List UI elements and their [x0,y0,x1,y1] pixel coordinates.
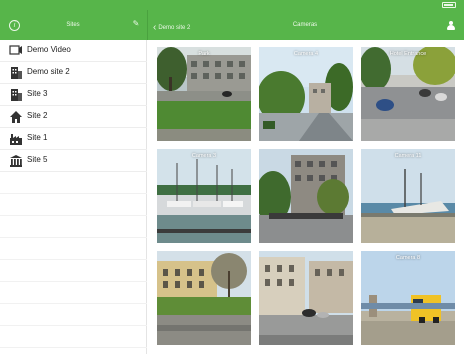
site-item-site-1[interactable]: Site 1 [0,128,147,150]
site-item-site-5[interactable]: Site 5 [0,150,147,172]
empty-row [0,260,147,282]
camera-tile[interactable] [259,251,353,345]
site-item-label: Site 3 [27,89,48,98]
camera-grid: Park Camera 4 Hotel Entrance Camera 3 Ca… [148,40,464,354]
camera-tile-camera-3[interactable]: Camera 3 [157,149,251,243]
empty-row [0,282,147,304]
camera-tile[interactable] [157,251,251,345]
info-icon[interactable]: i [9,20,20,31]
site-item-label: Site 1 [27,133,48,142]
empty-row [0,304,147,326]
camera-feed-image [361,149,455,243]
camera-feed-image [259,47,353,141]
back-label: Demo site 2 [158,25,191,31]
site-item-site-2[interactable]: Site 2 [0,106,147,128]
empty-row [0,326,147,348]
site-item-demo-video[interactable]: Demo Video [0,40,147,62]
edit-icon[interactable]: ✎ [131,19,141,29]
battery-icon [442,2,456,8]
camera-caption: Camera 8 [395,255,421,261]
empty-row [0,172,147,194]
camera-feed-image [259,251,353,345]
camera-caption: Camera 3 [191,153,217,159]
camera-feed-image [361,47,455,141]
site-item-label: Demo site 2 [27,67,70,76]
user-icon[interactable] [447,21,455,31]
factory-icon [10,134,22,145]
site-item-label: Demo Video [27,45,71,54]
empty-row [0,216,147,238]
sites-sidebar: Demo Video Demo site 2 Site 3 Site 2 Sit… [0,40,147,354]
camera-tile-hotel-entrance[interactable]: Hotel Entrance [361,47,455,141]
camera-feed-image [157,149,251,243]
camera-caption: Park [198,51,210,57]
camera-caption: Hotel Entrance [389,51,427,57]
camera-feed-image [157,251,251,345]
camera-tile-camera-11[interactable]: Camera 11 [361,149,455,243]
video-icon [9,45,22,55]
app-window: i Sites ✎ ‹ Demo site 2 Cameras Demo Vide… [0,0,464,354]
camera-caption: Camera 11 [394,153,422,159]
camera-tile[interactable] [259,149,353,243]
camera-tile-park[interactable]: Park [157,47,251,141]
camera-feed-image [157,47,251,141]
page-title: Cameras [292,22,318,28]
site-item-site-3[interactable]: Site 3 [0,84,147,106]
back-button[interactable]: ‹ Demo site 2 [153,21,191,33]
camera-feed-image [259,149,353,243]
camera-tile-camera-8[interactable]: Camera 8 [361,251,455,345]
site-item-label: Site 5 [27,155,48,164]
camera-feed-image [361,251,455,345]
sites-title: Sites [66,22,80,28]
office-building-icon [11,89,22,101]
site-item-demo-site-2[interactable]: Demo site 2 [0,62,147,84]
empty-row [0,194,147,216]
bank-building-icon [10,155,22,167]
site-item-label: Site 2 [27,111,48,120]
camera-tile-camera-4[interactable]: Camera 4 [259,47,353,141]
nav-divider [147,10,148,40]
camera-caption: Camera 4 [293,51,319,57]
house-icon [10,111,22,123]
empty-row [0,238,147,260]
status-bar [0,0,464,10]
chevron-left-icon: ‹ [153,22,157,33]
office-building-icon [11,67,22,79]
